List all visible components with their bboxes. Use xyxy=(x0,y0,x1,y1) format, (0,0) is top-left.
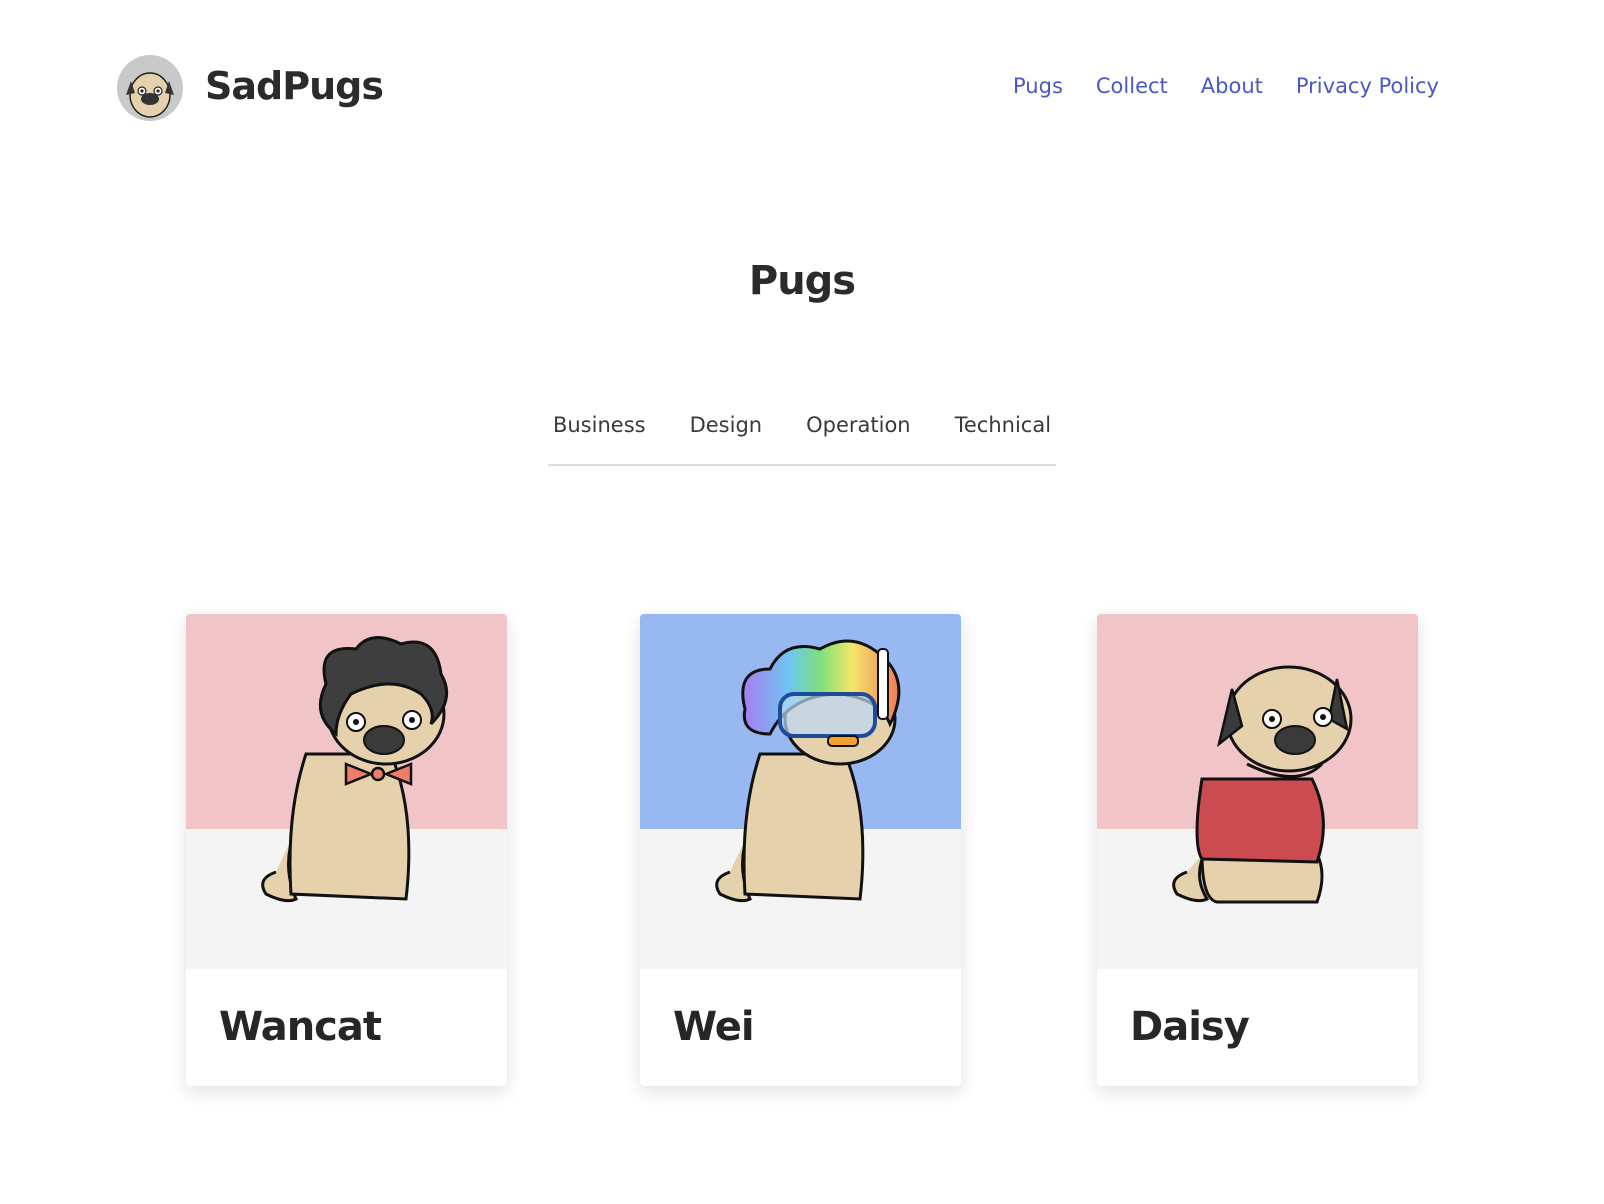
tab-technical[interactable]: Technical xyxy=(933,404,1073,464)
nav-link-pugs[interactable]: Pugs xyxy=(1013,74,1063,98)
pug-daisy-icon xyxy=(1172,665,1353,904)
pug-name: Wancat xyxy=(219,1004,382,1050)
pug-card-daisy[interactable]: Daisy xyxy=(1097,614,1418,1086)
brand-name[interactable]: SadPugs xyxy=(205,64,384,108)
pug-card-wancat[interactable]: Wancat xyxy=(186,614,507,1086)
pug-wancat-icon xyxy=(261,636,449,903)
pug-card-wei[interactable]: Wei xyxy=(640,614,961,1086)
nav-link-about[interactable]: About xyxy=(1201,74,1263,98)
pug-wei-icon xyxy=(715,639,901,903)
category-tabs: Business Design Operation Technical xyxy=(548,404,1056,466)
pug-name: Daisy xyxy=(1130,1004,1250,1050)
nav-link-privacy-policy[interactable]: Privacy Policy xyxy=(1296,74,1439,98)
pug-avatar-icon[interactable] xyxy=(117,55,183,121)
tab-operation[interactable]: Operation xyxy=(784,404,933,464)
nav-link-collect[interactable]: Collect xyxy=(1096,74,1168,98)
pug-name: Wei xyxy=(673,1004,755,1050)
site-header: SadPugs Pugs Collect About Privacy Polic… xyxy=(0,0,1604,180)
pug-image xyxy=(640,614,961,969)
pug-image xyxy=(1097,614,1418,969)
main-nav: Pugs Collect About Privacy Policy xyxy=(980,74,1439,98)
tab-design[interactable]: Design xyxy=(668,404,785,464)
pug-image xyxy=(186,614,507,969)
tab-business[interactable]: Business xyxy=(531,404,668,464)
page-title: Pugs xyxy=(748,258,856,304)
